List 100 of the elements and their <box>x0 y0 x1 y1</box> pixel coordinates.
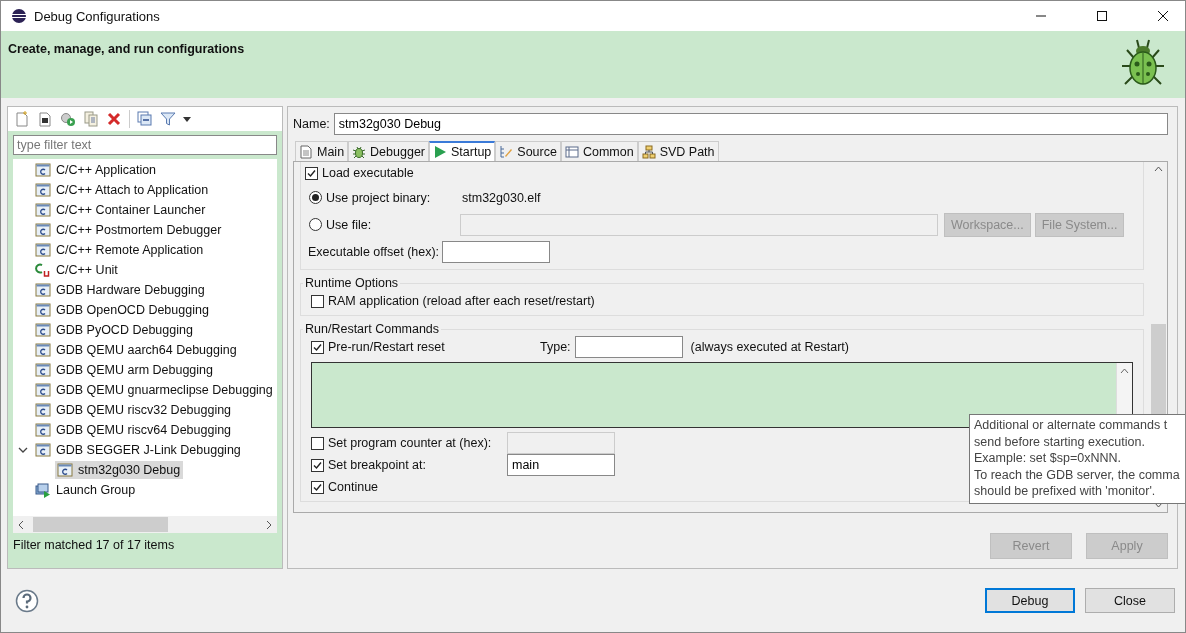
radio-button[interactable] <box>309 218 322 231</box>
tree-item[interactable]: stm32g030 Debug <box>55 461 184 479</box>
tree-item[interactable]: GDB QEMU gnuarmeclipse Debugging <box>33 381 276 399</box>
checkbox[interactable] <box>311 436 324 450</box>
tree-item[interactable]: GDB QEMU riscv64 Debugging <box>33 421 235 439</box>
tab[interactable]: Source <box>495 141 561 161</box>
configuration-icon <box>35 302 51 318</box>
checkbox-label: Continue <box>328 480 379 494</box>
help-icon[interactable] <box>15 588 39 613</box>
scroll-down-icon[interactable] <box>1154 502 1163 508</box>
horizontal-scrollbar[interactable] <box>13 516 277 533</box>
source-tree-icon <box>499 144 514 159</box>
checkbox[interactable] <box>305 166 318 180</box>
play-icon <box>433 145 447 159</box>
tree-item[interactable]: GDB QEMU arm Debugging <box>33 361 216 379</box>
configuration-icon <box>35 182 51 198</box>
tab[interactable]: Startup <box>429 141 496 161</box>
tooltip-line: Additional or alternate commands t <box>974 417 1169 434</box>
filter-field[interactable]: type filter text <box>13 135 277 155</box>
unit-test-icon <box>35 262 51 278</box>
tree-item[interactable]: C/C++ Unit <box>33 261 121 279</box>
type-note: (always executed at Restart) <box>690 340 849 354</box>
checkbox-label: Set program counter at (hex): <box>328 436 492 450</box>
checkbox[interactable] <box>311 294 324 308</box>
tree-item[interactable]: GDB PyOCD Debugging <box>33 321 196 339</box>
tree-item[interactable]: GDB QEMU riscv32 Debugging <box>33 401 235 419</box>
tree-item[interactable]: GDB QEMU aarch64 Debugging <box>33 341 240 359</box>
tree-item[interactable]: C/C++ Postmortem Debugger <box>33 221 225 239</box>
tree-item[interactable]: C/C++ Remote Application <box>33 241 207 259</box>
close-icon[interactable] <box>1157 10 1169 22</box>
type-field[interactable] <box>574 336 683 358</box>
name-field[interactable]: stm32g030 Debug <box>333 113 1168 135</box>
tree-item[interactable]: C/C++ Application <box>33 161 160 179</box>
debug-button[interactable]: Debug <box>985 588 1075 613</box>
chevron-icon[interactable] <box>18 445 28 455</box>
checkbox-label: RAM application (reload after each reset/restart) <box>328 294 595 308</box>
tab[interactable]: Debugger <box>348 141 429 161</box>
document-icon <box>299 144 313 159</box>
radio-button[interactable] <box>309 191 322 204</box>
filter-icon[interactable] <box>160 111 176 127</box>
tab[interactable]: Common <box>560 141 638 161</box>
type-label: Type: <box>540 340 571 354</box>
checkbox[interactable] <box>311 480 324 494</box>
tree-item[interactable]: C/C++ Attach to Application <box>33 181 212 199</box>
tooltip-line: send before starting execution. <box>974 433 1146 450</box>
header-title: Create, manage, and run configurations <box>8 42 245 56</box>
checkbox-label: Set breakpoint at: <box>328 458 426 472</box>
tab[interactable]: SVD Path <box>637 141 719 161</box>
radio-label: Use project binary: <box>326 190 432 205</box>
checkbox-label: Load executable <box>322 166 414 180</box>
tooltip-line: To reach the GDB server, the comma <box>974 466 1181 483</box>
configuration-icon <box>35 322 51 338</box>
app-logo-icon <box>11 8 27 24</box>
group-title: Runtime Options <box>304 276 400 290</box>
maximize-icon[interactable] <box>1096 10 1108 22</box>
tab[interactable]: Main <box>295 141 349 161</box>
tree-item[interactable]: GDB Hardware Debugging <box>33 281 208 299</box>
launch-group-icon <box>35 482 51 498</box>
offset-field[interactable] <box>442 241 551 263</box>
tree-item[interactable]: GDB OpenOCD Debugging <box>33 301 212 319</box>
collapse-all-icon[interactable] <box>137 111 153 127</box>
filter-status: Filter matched 17 of 17 items <box>13 537 176 554</box>
table-icon <box>564 144 579 159</box>
configuration-icon <box>35 162 51 178</box>
configuration-icon <box>35 282 51 298</box>
hierarchy-icon <box>641 144 656 159</box>
radio-label: Use file: <box>326 217 373 232</box>
bug-icon <box>352 144 367 159</box>
configuration-icon <box>35 242 51 258</box>
offset-label: Executable offset (hex): <box>308 245 440 259</box>
configuration-icon <box>35 402 51 418</box>
close-button[interactable]: Close <box>1085 588 1175 613</box>
scroll-up-icon[interactable] <box>1154 166 1163 172</box>
delete-icon[interactable] <box>106 111 122 127</box>
checkbox-label: Pre-run/Restart reset <box>328 340 445 354</box>
window-title: Debug Configurations <box>34 8 160 24</box>
tooltip-line: Example: set $sp=0xNNN. <box>974 450 1122 467</box>
checkbox[interactable] <box>311 340 324 354</box>
breakpoint-field[interactable]: main <box>507 454 615 476</box>
new-prototype-icon[interactable] <box>37 111 53 127</box>
configuration-icon <box>57 462 73 478</box>
configuration-icon <box>35 222 51 238</box>
checkbox[interactable] <box>311 458 324 472</box>
tree-item[interactable]: GDB SEGGER J-Link Debugging <box>33 441 244 459</box>
dropdown-caret-icon[interactable] <box>183 116 191 122</box>
configuration-icon <box>35 342 51 358</box>
tree-item[interactable]: Launch Group <box>33 481 139 499</box>
configuration-icon <box>35 422 51 438</box>
configuration-icon <box>35 362 51 378</box>
name-label: Name: <box>293 117 330 131</box>
scroll-right-icon[interactable] <box>265 519 273 530</box>
configuration-icon <box>35 442 51 458</box>
group-title: Run/Restart Commands <box>304 322 441 336</box>
binary-name: stm32g030.elf <box>462 190 541 205</box>
scroll-left-icon[interactable] <box>17 519 25 530</box>
tree-item[interactable]: C/C++ Container Launcher <box>33 201 209 219</box>
configuration-icon <box>35 202 51 218</box>
tooltip-line: should be prefixed with 'monitor'. <box>974 483 1157 500</box>
scroll-up-icon[interactable] <box>1120 368 1129 374</box>
configuration-icon <box>35 382 51 398</box>
